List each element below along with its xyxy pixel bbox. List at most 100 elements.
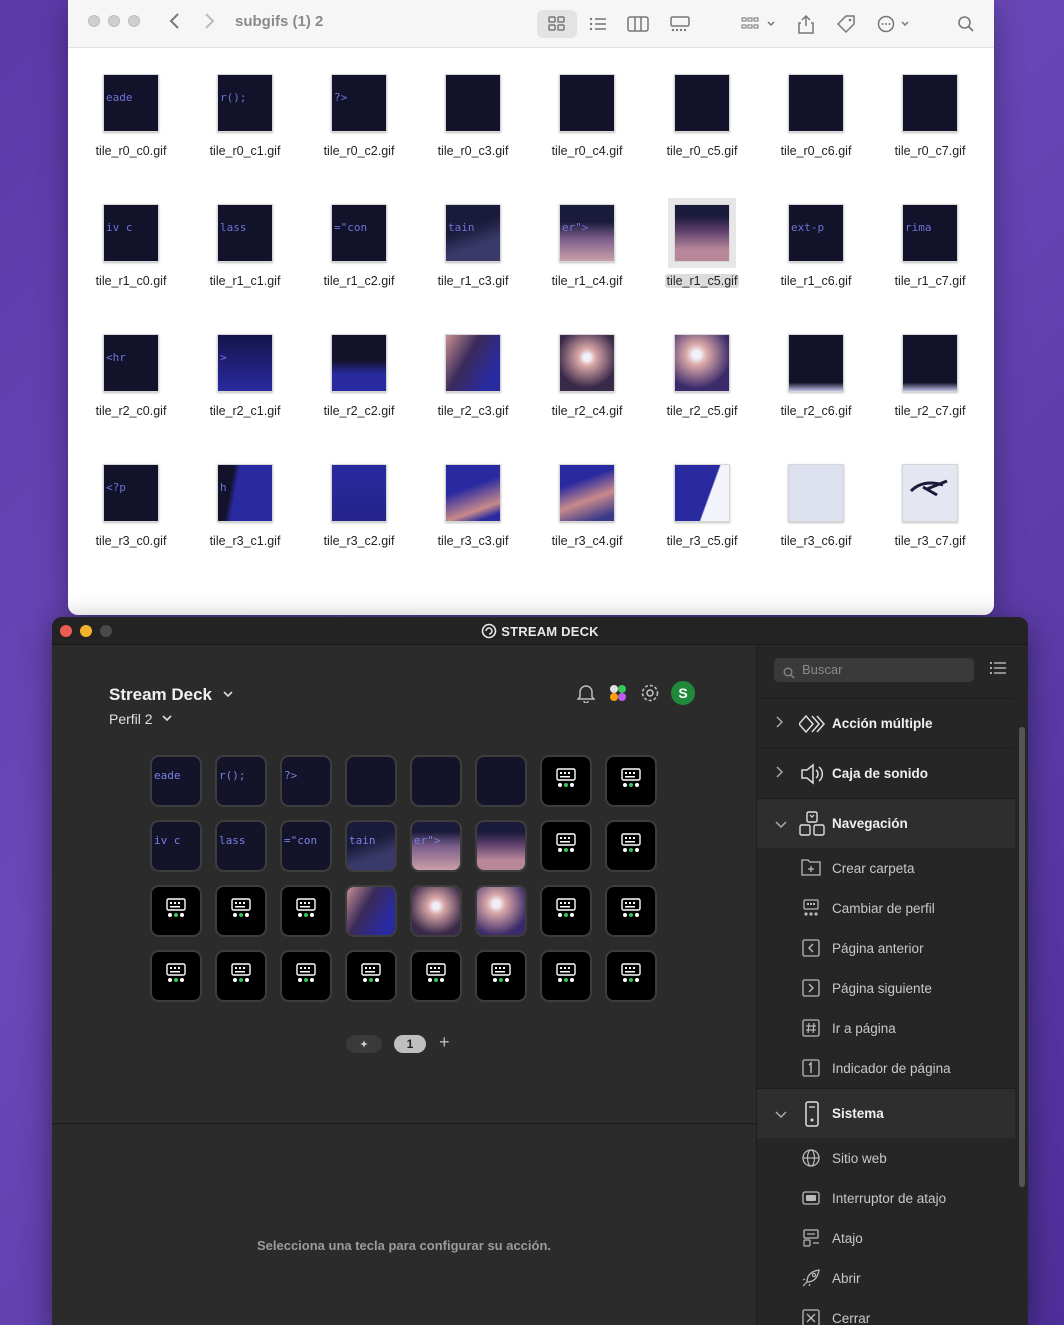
action-item[interactable]: Indicador de página [757,1048,1015,1088]
key-image-tile[interactable] [410,885,462,937]
file-item[interactable]: tile_r0_c5.gif [645,48,759,158]
key-image-tile[interactable] [345,885,397,937]
close-button[interactable] [88,15,100,27]
back-icon[interactable] [168,11,182,37]
key-image-tile[interactable] [345,755,397,807]
action-item[interactable]: Interruptor de atajo [757,1178,1015,1218]
key-profile-action[interactable] [540,820,592,872]
key-profile-action[interactable] [605,950,657,1002]
share-icon[interactable] [796,10,816,38]
key-profile-action[interactable] [215,885,267,937]
file-item[interactable]: tile_r3_c7.gif [873,438,987,548]
zoom-button[interactable] [128,15,140,27]
key-profile-action[interactable] [540,950,592,1002]
file-item[interactable]: tile_r2_c4.gif [530,308,644,418]
file-item[interactable]: tile_r3_c3.gif [416,438,530,548]
key-profile-action[interactable] [280,885,332,937]
search-input[interactable]: Buscar [774,658,974,682]
action-item[interactable]: Página anterior [757,928,1015,968]
key-image-tile[interactable] [475,885,527,937]
file-item[interactable]: tile_r0_c3.gif [416,48,530,158]
key-profile-action[interactable] [410,950,462,1002]
key-image-tile[interactable]: iv c [150,820,202,872]
file-item[interactable]: lass tile_r1_c1.gif [188,178,302,288]
file-item[interactable]: tile_r2_c2.gif [302,308,416,418]
action-item[interactable]: Cambiar de perfil [757,888,1015,928]
file-item[interactable]: tain tile_r1_c3.gif [416,178,530,288]
profile-selector[interactable]: Perfil 2 [109,709,173,727]
key-profile-action[interactable] [605,755,657,807]
file-item[interactable]: > tile_r2_c1.gif [188,308,302,418]
category-navigation[interactable]: Navegación [757,798,1015,848]
file-item[interactable]: eade tile_r0_c0.gif [74,48,188,158]
key-image-tile[interactable]: eade [150,755,202,807]
list-view-icon[interactable] [586,10,610,38]
key-profile-action[interactable] [345,950,397,1002]
settings-gear-icon[interactable] [639,682,661,704]
key-image-tile[interactable]: ="con [280,820,332,872]
add-page-button[interactable]: + [439,1032,450,1053]
group-by-icon[interactable] [740,10,778,38]
minimize-button[interactable] [108,15,120,27]
gallery-view-icon[interactable] [668,10,692,38]
page-indicator[interactable]: 1 [394,1035,426,1053]
pin-button[interactable]: ✦ [346,1035,382,1053]
list-view-toggle-icon[interactable] [989,661,1007,679]
file-item[interactable]: ="con tile_r1_c2.gif [302,178,416,288]
file-item[interactable]: tile_r3_c4.gif [530,438,644,548]
action-item[interactable]: Ir a página [757,1008,1015,1048]
file-item[interactable]: rima tile_r1_c7.gif [873,178,987,288]
file-item[interactable]: ext-p tile_r1_c6.gif [759,178,873,288]
file-item[interactable]: h tile_r3_c1.gif [188,438,302,548]
file-item[interactable]: tile_r2_c3.gif [416,308,530,418]
key-profile-action[interactable] [605,820,657,872]
key-profile-action[interactable] [475,950,527,1002]
key-profile-action[interactable] [540,755,592,807]
key-profile-action[interactable] [280,950,332,1002]
key-profile-action[interactable] [150,950,202,1002]
sidebar-scrollbar[interactable] [1019,727,1025,1187]
avatar[interactable]: S [671,681,695,705]
action-item[interactable]: Atajo [757,1218,1015,1258]
search-icon[interactable] [956,10,976,38]
file-item[interactable]: tile_r3_c5.gif [645,438,759,548]
key-profile-action[interactable] [150,885,202,937]
key-profile-action[interactable] [605,885,657,937]
key-image-tile[interactable]: ?> [280,755,332,807]
file-item[interactable]: tile_r2_c5.gif [645,308,759,418]
category-system[interactable]: Sistema [757,1088,1015,1138]
file-item[interactable]: tile_r0_c4.gif [530,48,644,158]
action-item[interactable]: Sitio web [757,1138,1015,1178]
file-item[interactable]: iv c tile_r1_c0.gif [74,178,188,288]
file-item[interactable]: tile_r3_c2.gif [302,438,416,548]
category-multi-action[interactable]: Acción múltiple [757,698,1015,748]
key-image-tile[interactable]: tain [345,820,397,872]
file-item[interactable]: tile_r1_c5.gif [645,178,759,288]
action-item[interactable]: Página siguiente [757,968,1015,1008]
category-soundboard[interactable]: Caja de sonido [757,748,1015,798]
device-selector[interactable]: Stream Deck [109,683,233,705]
file-item[interactable]: tile_r3_c6.gif [759,438,873,548]
file-item[interactable]: er"> tile_r1_c4.gif [530,178,644,288]
action-item[interactable]: Cerrar [757,1298,1015,1325]
more-actions-icon[interactable] [876,10,914,38]
action-item[interactable]: Crear carpeta [757,848,1015,888]
key-image-tile[interactable] [475,755,527,807]
tag-icon[interactable] [835,10,857,38]
file-item[interactable]: ?> tile_r0_c2.gif [302,48,416,158]
key-profile-action[interactable] [540,885,592,937]
key-image-tile[interactable] [475,820,527,872]
file-item[interactable]: r(); tile_r0_c1.gif [188,48,302,158]
file-item[interactable]: tile_r2_c7.gif [873,308,987,418]
marketplace-icon[interactable] [607,682,629,704]
key-image-tile[interactable]: lass [215,820,267,872]
file-item[interactable]: <hr tile_r2_c0.gif [74,308,188,418]
forward-icon[interactable] [202,11,216,37]
key-image-tile[interactable] [410,755,462,807]
key-image-tile[interactable]: r(); [215,755,267,807]
key-image-tile[interactable]: er"> [410,820,462,872]
column-view-icon[interactable] [626,10,650,38]
action-item[interactable]: Abrir [757,1258,1015,1298]
file-item[interactable]: tile_r0_c7.gif [873,48,987,158]
file-item[interactable]: tile_r2_c6.gif [759,308,873,418]
